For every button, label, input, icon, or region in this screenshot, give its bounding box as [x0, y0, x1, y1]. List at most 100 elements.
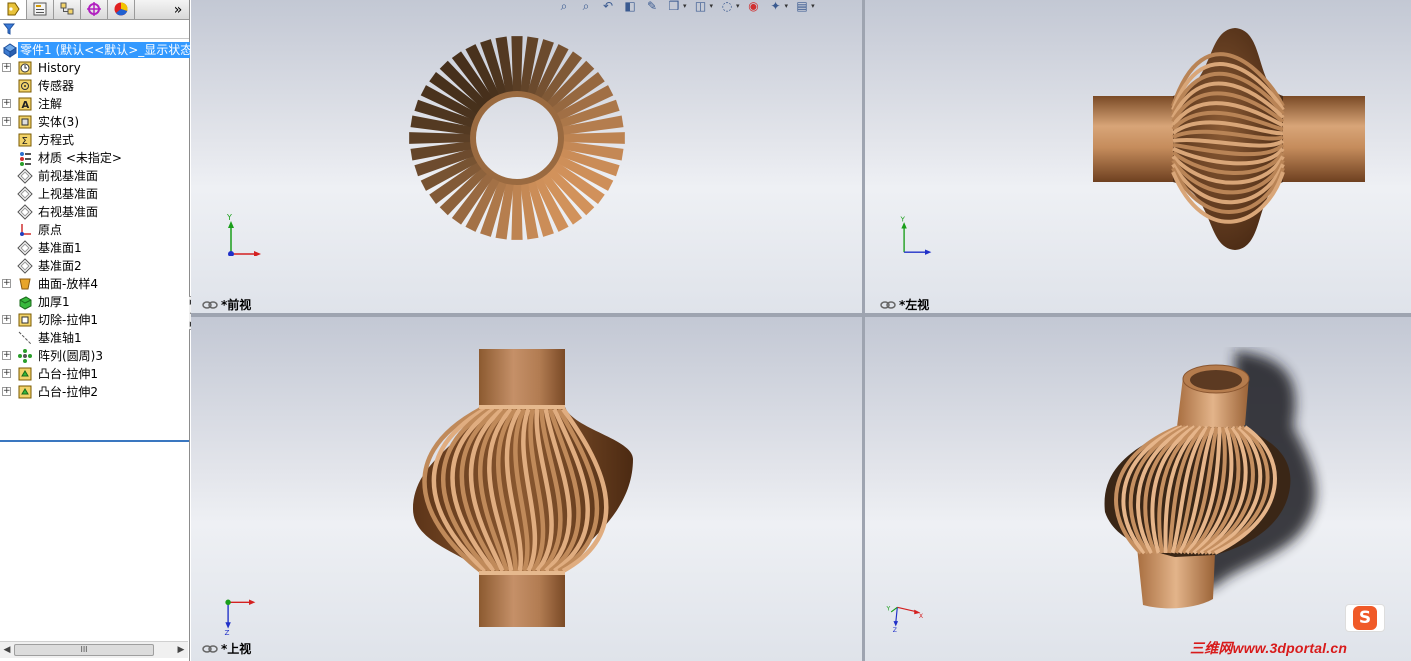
tree-item[interactable]: + A 注解 — [0, 95, 189, 113]
triad-y-label: Y — [226, 213, 232, 222]
tree-root-part[interactable]: 零件1 (默认<<默认>_显示状态 — [0, 41, 190, 59]
viewport-name-left: *左视 — [899, 298, 930, 312]
expand-toggle[interactable]: + — [2, 117, 11, 126]
edit-appearance-icon[interactable]: ◉ — [746, 0, 762, 14]
tree-item-label: 凸台-拉伸1 — [38, 367, 98, 381]
triad-z-label-iso: Z — [893, 627, 897, 634]
viewport-label-front: *前视 — [202, 296, 251, 313]
circular-pattern-icon — [18, 349, 32, 363]
tree-item[interactable]: 前视基准面 — [0, 167, 189, 185]
tree-item[interactable]: + History — [0, 59, 189, 77]
tree-item[interactable]: 加厚1 — [0, 293, 189, 311]
zoom-to-fit-icon[interactable]: ⌕ — [556, 0, 572, 14]
tree-item[interactable]: + 阵列(圆周)3 — [0, 347, 189, 365]
expand-toggle[interactable]: + — [2, 315, 11, 324]
axis-icon — [18, 331, 32, 345]
zoom-area-icon[interactable]: ⌕ — [578, 0, 594, 14]
expand-toggle[interactable]: + — [2, 369, 11, 378]
rollback-bar[interactable] — [0, 440, 189, 442]
configurationmanager-tab[interactable] — [54, 0, 81, 19]
dropdown-arrow-icon[interactable]: ▾ — [785, 2, 789, 10]
tree-item-label: 基准轴1 — [38, 331, 82, 345]
tree-item[interactable]: 材质 <未指定> — [0, 149, 189, 167]
display-manager-tab[interactable] — [108, 0, 135, 19]
dynamic-annotation-icon[interactable]: ✎ — [644, 0, 660, 14]
scroll-thumb[interactable]: III — [14, 644, 154, 656]
section-view-icon[interactable]: ◧ — [622, 0, 638, 14]
previous-view-icon[interactable]: ↶ — [600, 0, 616, 14]
triad-y-label-iso: Y — [886, 605, 891, 612]
expand-toggle[interactable]: + — [2, 63, 11, 72]
featuremanager-tab[interactable] — [0, 0, 27, 19]
dropdown-arrow-icon[interactable]: ▾ — [683, 2, 687, 10]
tree-item[interactable]: Σ 方程式 — [0, 131, 189, 149]
sensor-icon — [18, 79, 32, 93]
scroll-right-icon[interactable]: ▶ — [176, 645, 186, 655]
viewport-front[interactable]: Y *前视 ⌕ ⌕ ↶ ◧ ✎ ❒ ▾ ◫ ▾ ◌ ▾ ◉ ✦ ▾ ▤ ▾ — [191, 0, 862, 313]
view-settings-icon[interactable]: ▤ — [794, 0, 810, 14]
expand-toggle[interactable]: + — [2, 99, 11, 108]
cut-extrude-icon — [18, 313, 32, 327]
tree-item[interactable]: 基准面2 — [0, 257, 189, 275]
dimxpert-tab[interactable] — [81, 0, 108, 19]
tree-item-label: 上视基准面 — [38, 187, 99, 201]
tree-item[interactable]: 上视基准面 — [0, 185, 189, 203]
svg-text:A: A — [22, 100, 30, 111]
tree-item-label: 右视基准面 — [38, 205, 99, 219]
more-tabs-button[interactable]: » — [167, 1, 189, 19]
viewport-label-left: *左视 — [880, 296, 929, 313]
tree-item[interactable]: + 凸台-拉伸1 — [0, 365, 189, 383]
feature-manager-tabs: » — [0, 0, 189, 20]
origin-icon — [20, 224, 31, 236]
display-manager-tab-icon — [114, 2, 128, 16]
tree-item-label: 材质 <未指定> — [38, 151, 122, 165]
thicken-icon — [19, 296, 32, 310]
view-orientation-icon[interactable]: ❒ — [666, 0, 682, 14]
annotation-icon: A — [18, 97, 32, 111]
tree-item[interactable]: 右视基准面 — [0, 203, 189, 221]
expand-toggle[interactable]: + — [2, 279, 11, 288]
front-hub-ring — [470, 91, 564, 185]
horizontal-scrollbar[interactable]: ◀ III ▶ — [0, 641, 188, 658]
tree-filter[interactable] — [0, 20, 189, 39]
tree-item[interactable]: 原点 — [0, 221, 189, 239]
part-icon — [3, 43, 17, 58]
top-view-model — [413, 349, 633, 627]
triad-x-label-iso: X — [919, 613, 924, 620]
viewport-isometric[interactable]: Y X Z — [865, 317, 1411, 661]
tree-item[interactable]: + 实体(3) — [0, 113, 189, 131]
viewport-left[interactable]: Y *左视 — [865, 0, 1411, 313]
dropdown-arrow-icon[interactable]: ▾ — [710, 2, 714, 10]
configurationmanager-tab-icon — [60, 2, 74, 15]
display-style-icon[interactable]: ◫ — [693, 0, 709, 14]
tree-item[interactable]: + 切除-拉伸1 — [0, 311, 189, 329]
front-slot-strip — [409, 132, 472, 144]
tree-item[interactable]: 传感器 — [0, 77, 189, 95]
dimxpert-tab-icon — [87, 2, 101, 16]
hide-show-items-icon[interactable]: ◌ — [719, 0, 735, 14]
featuremanager-tab-icon — [7, 2, 20, 16]
tree-item[interactable]: 基准面1 — [0, 239, 189, 257]
link-views-icon-top[interactable] — [202, 644, 218, 654]
propertymanager-tab[interactable] — [27, 0, 54, 19]
link-views-icon-left[interactable] — [880, 300, 896, 310]
scroll-left-icon[interactable]: ◀ — [2, 645, 12, 655]
expand-toggle[interactable]: + — [2, 351, 11, 360]
tree-item[interactable]: + 曲面-放样4 — [0, 275, 189, 293]
dropdown-arrow-icon[interactable]: ▾ — [811, 2, 815, 10]
triad-y-label-left: Y — [899, 214, 905, 223]
apply-scene-icon[interactable]: ✦ — [768, 0, 784, 14]
tree-item[interactable]: 基准轴1 — [0, 329, 189, 347]
view-triad-left: Y — [899, 214, 932, 255]
dropdown-arrow-icon[interactable]: ▾ — [736, 2, 740, 10]
watermark-text: 三维网www.3dportal.cn — [1190, 640, 1348, 656]
viewport-top[interactable]: Z *上视 — [191, 317, 862, 661]
history-icon — [18, 61, 32, 75]
expand-toggle[interactable]: + — [2, 387, 11, 396]
link-views-icon[interactable] — [202, 300, 218, 310]
solid-bodies-icon — [18, 115, 32, 129]
plane-icon — [17, 258, 33, 274]
material-icon — [20, 152, 31, 166]
plane-icon — [17, 240, 33, 256]
tree-item[interactable]: + 凸台-拉伸2 — [0, 383, 189, 401]
